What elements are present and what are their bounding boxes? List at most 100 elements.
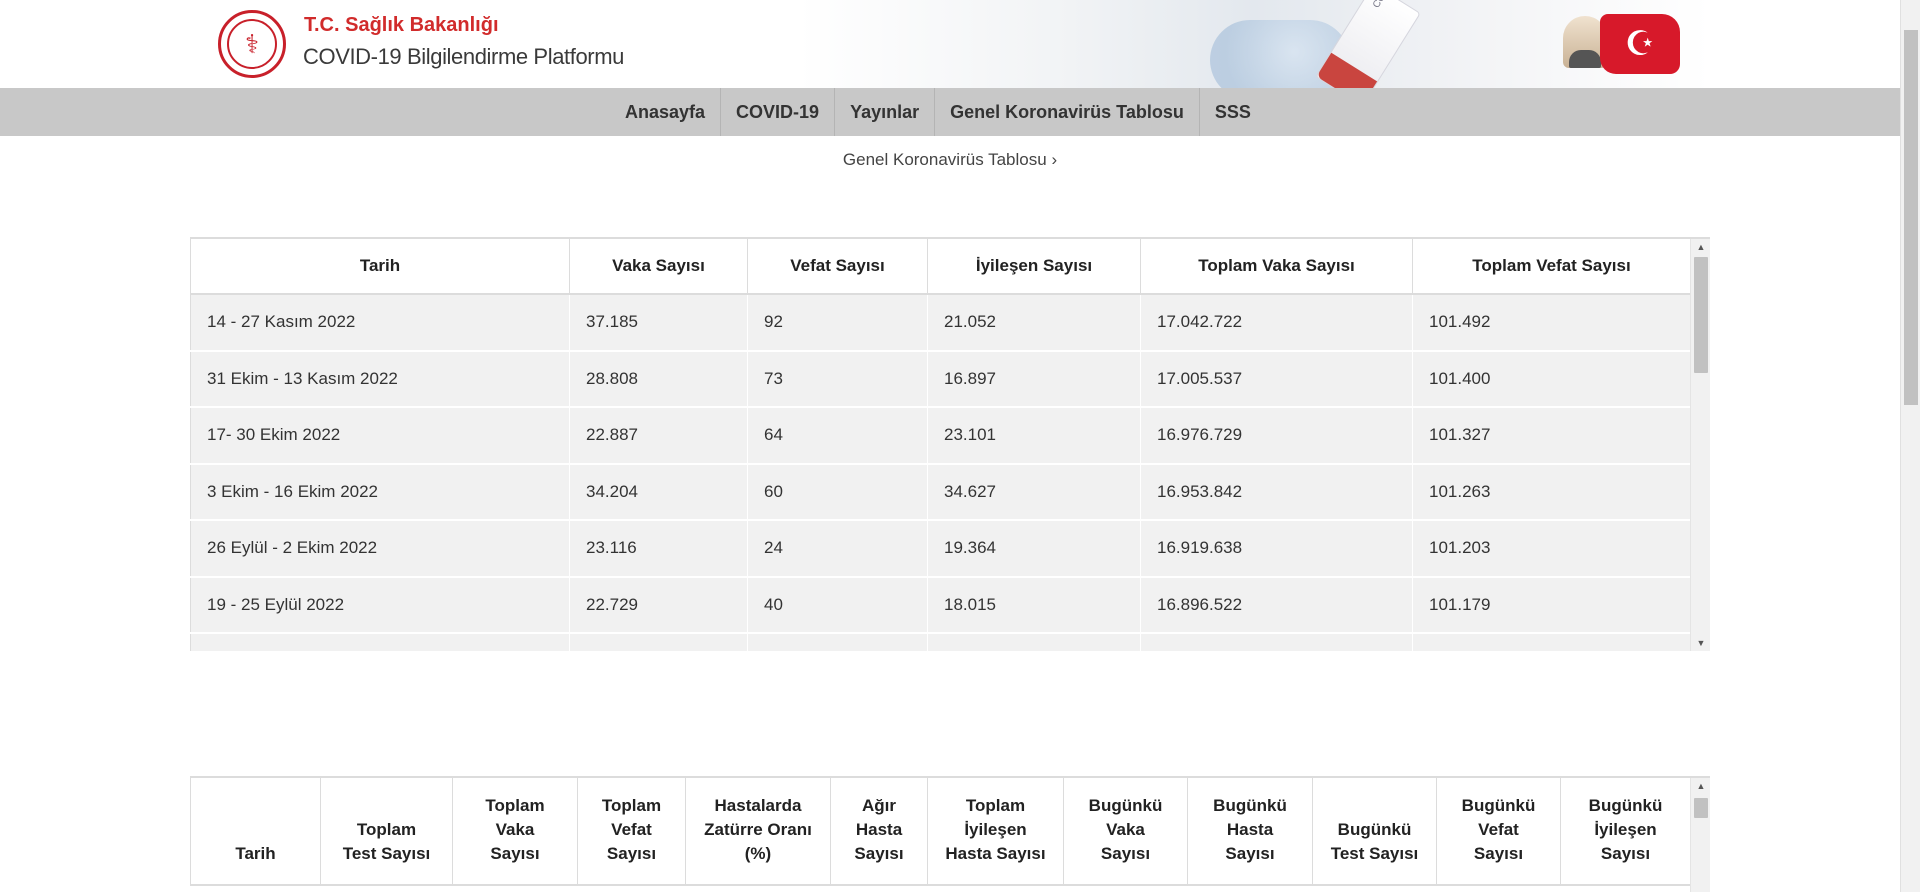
table-row: 3 Ekim - 16 Ekim 2022 34.204 60 34.627 1… (190, 463, 1691, 521)
header-line: Tarih (235, 844, 276, 863)
breadcrumb-link[interactable]: Genel Koronavirüs Tablosu (843, 150, 1047, 169)
cell-vefat: 73 (747, 350, 928, 408)
table-row: 14 - 27 Kasım 2022 37.185 92 21.052 17.0… (190, 294, 1691, 352)
cell-tarih: 26 Eylül - 2 Ekim 2022 (190, 520, 570, 578)
daily-table: Tarih Toplam Test Sayısı Toplam Vaka Sayısı… (190, 778, 1691, 886)
header-line: Test Sayısı (1330, 844, 1419, 863)
chevron-right-icon: › (1051, 150, 1058, 169)
scroll-up-icon[interactable]: ▲ (1691, 778, 1710, 794)
header-line: Test Sayısı (342, 844, 431, 863)
column-header-agir-hasta-sayisi[interactable]: Ağır Hasta Sayısı (830, 778, 928, 886)
column-header-toplam-vaka-sayisi[interactable]: Toplam Vaka Sayısı (452, 778, 578, 886)
cell-toplam-vaka: 16.919.638 (1140, 520, 1413, 578)
page-scrollbar-thumb[interactable] (1904, 30, 1918, 405)
cell-vaka: 37.185 (569, 294, 748, 352)
scrollbar-thumb[interactable] (1694, 798, 1708, 818)
cell-toplam-vaka: 16.953.842 (1140, 463, 1413, 521)
column-header-toplam-vefat-sayisi[interactable]: Toplam Vefat Sayısı (1412, 239, 1691, 295)
nav-item-genel-koronavirus-tablosu[interactable]: Genel Koronavirüs Tablosu (935, 88, 1200, 136)
cell-tarih: 14 - 27 Kasım 2022 (190, 294, 570, 352)
scrollbar-thumb[interactable] (1694, 257, 1708, 373)
header-line: Sayısı (1473, 844, 1524, 863)
weekly-table-body: 14 - 27 Kasım 2022 37.185 92 21.052 17.0… (190, 294, 1691, 651)
weekly-table-scrollbar[interactable]: ▲ ▼ (1690, 239, 1710, 651)
header-line: Hasta (855, 820, 903, 839)
header-line: Bugünkü (1588, 796, 1663, 815)
table-row (190, 633, 1691, 651)
cell-vaka: 22.729 (569, 576, 748, 634)
nav-list: Anasayfa COVID-19 Yayınlar Genel Koronav… (610, 88, 1266, 136)
cell-vefat: 92 (747, 294, 928, 352)
cell-toplam-vefat: 101.263 (1412, 463, 1691, 521)
cell-vefat: 60 (747, 463, 928, 521)
cell-iyilesen: 19.364 (927, 520, 1141, 578)
column-header-toplam-test-sayisi[interactable]: Toplam Test Sayısı (320, 778, 453, 886)
header-line: Hastalarda (714, 796, 802, 815)
brand-subtitle[interactable]: COVID-19 Bilgilendirme Platformu (303, 44, 624, 70)
header-line: Vefat (611, 820, 652, 839)
cell-vaka: 28.808 (569, 350, 748, 408)
header-line: Toplam (965, 796, 1026, 815)
cell-toplam-vefat: 101.179 (1412, 576, 1691, 634)
header-line: Toplam (356, 820, 417, 839)
column-header-iyilesen-sayisi[interactable]: İyileşen Sayısı (927, 239, 1141, 295)
cell-toplam-vaka: 17.042.722 (1140, 294, 1413, 352)
header-line: Sayısı (490, 844, 540, 863)
cell-iyilesen (927, 633, 1141, 651)
cell-toplam-vefat: 101.492 (1412, 294, 1691, 352)
header-line: İyileşen (964, 820, 1027, 839)
nav-item-anasayfa[interactable]: Anasayfa (610, 88, 722, 136)
table-row: 19 - 25 Eylül 2022 22.729 40 18.015 16.8… (190, 576, 1691, 634)
cell-vaka (569, 633, 748, 651)
nav-item-yayinlar[interactable]: Yayınlar (835, 88, 936, 136)
cell-iyilesen: 23.101 (927, 407, 1141, 465)
cell-vaka: 23.116 (569, 520, 748, 578)
daily-table-container: Tarih Toplam Test Sayısı Toplam Vaka Sayısı… (190, 776, 1710, 892)
column-header-vefat-sayisi[interactable]: Vefat Sayısı (747, 239, 928, 295)
column-header-zaturre-orani[interactable]: Hastalarda Zatürre Oranı (%) (685, 778, 831, 886)
header-line: Sayısı (1600, 844, 1651, 863)
cell-vefat: 40 (747, 576, 928, 634)
column-header-bugunku-iyilesen-sayisi[interactable]: Bugünkü İyileşen Sayısı (1560, 778, 1691, 886)
cell-vefat: 24 (747, 520, 928, 578)
header-line: Vefat (1478, 820, 1519, 839)
site-header: COVID-19 ⚕ T.C. Sağlık Bakanlığı COVID-1… (0, 0, 1900, 88)
seal-inner: ⚕ (227, 19, 277, 69)
column-header-bugunku-test-sayisi[interactable]: Bugünkü Test Sayısı (1312, 778, 1437, 886)
cell-iyilesen: 34.627 (927, 463, 1141, 521)
nav-item-sss[interactable]: SSS (1200, 88, 1266, 136)
column-header-tarih[interactable]: Tarih (190, 778, 321, 886)
breadcrumb: Genel Koronavirüs Tablosu › (0, 150, 1900, 170)
cell-toplam-vaka: 16.976.729 (1140, 407, 1413, 465)
column-header-vaka-sayisi[interactable]: Vaka Sayısı (569, 239, 748, 295)
header-illustration: COVID-19 (1090, 0, 1490, 88)
cell-toplam-vefat (1412, 633, 1691, 651)
column-header-bugunku-vefat-sayisi[interactable]: Bugünkü Vefat Sayısı (1436, 778, 1561, 886)
cell-toplam-vefat: 101.327 (1412, 407, 1691, 465)
column-header-bugunku-vaka-sayisi[interactable]: Bugünkü Vaka Sayısı (1063, 778, 1188, 886)
header-line: Toplam (485, 796, 545, 815)
header-line: Sayısı (1100, 844, 1151, 863)
header-line: Hasta Sayısı (945, 844, 1046, 863)
column-header-tarih[interactable]: Tarih (190, 239, 570, 295)
ministry-logo-icon[interactable]: ⚕ (218, 10, 286, 78)
daily-table-scrollbar[interactable]: ▲ (1690, 778, 1710, 892)
scroll-up-icon[interactable]: ▲ (1691, 239, 1710, 255)
column-header-bugunku-hasta-sayisi[interactable]: Bugünkü Hasta Sayısı (1187, 778, 1313, 886)
header-line: (%) (744, 844, 772, 863)
page-scrollbar[interactable] (1900, 0, 1920, 892)
header-line: Zatürre Oranı (704, 820, 812, 839)
weekly-table-container: Tarih Vaka Sayısı Vefat Sayısı İyileşen … (190, 237, 1710, 651)
cell-tarih (190, 633, 570, 651)
cell-vaka: 22.887 (569, 407, 748, 465)
column-header-toplam-iyilesen-hasta-sayisi[interactable]: Toplam İyileşen Hasta Sayısı (927, 778, 1064, 886)
scroll-down-icon[interactable]: ▼ (1691, 635, 1710, 651)
table-row: 31 Ekim - 13 Kasım 2022 28.808 73 16.897… (190, 350, 1691, 408)
daily-table-header-row: Tarih Toplam Test Sayısı Toplam Vaka Sayısı… (190, 778, 1691, 886)
column-header-toplam-vefat-sayisi[interactable]: Toplam Vefat Sayısı (577, 778, 686, 886)
brand-title[interactable]: T.C. Sağlık Bakanlığı (304, 14, 499, 37)
cell-tarih: 31 Ekim - 13 Kasım 2022 (190, 350, 570, 408)
header-line: Ağır (862, 796, 896, 815)
nav-item-covid-19[interactable]: COVID-19 (721, 88, 836, 136)
column-header-toplam-vaka-sayisi[interactable]: Toplam Vaka Sayısı (1140, 239, 1413, 295)
